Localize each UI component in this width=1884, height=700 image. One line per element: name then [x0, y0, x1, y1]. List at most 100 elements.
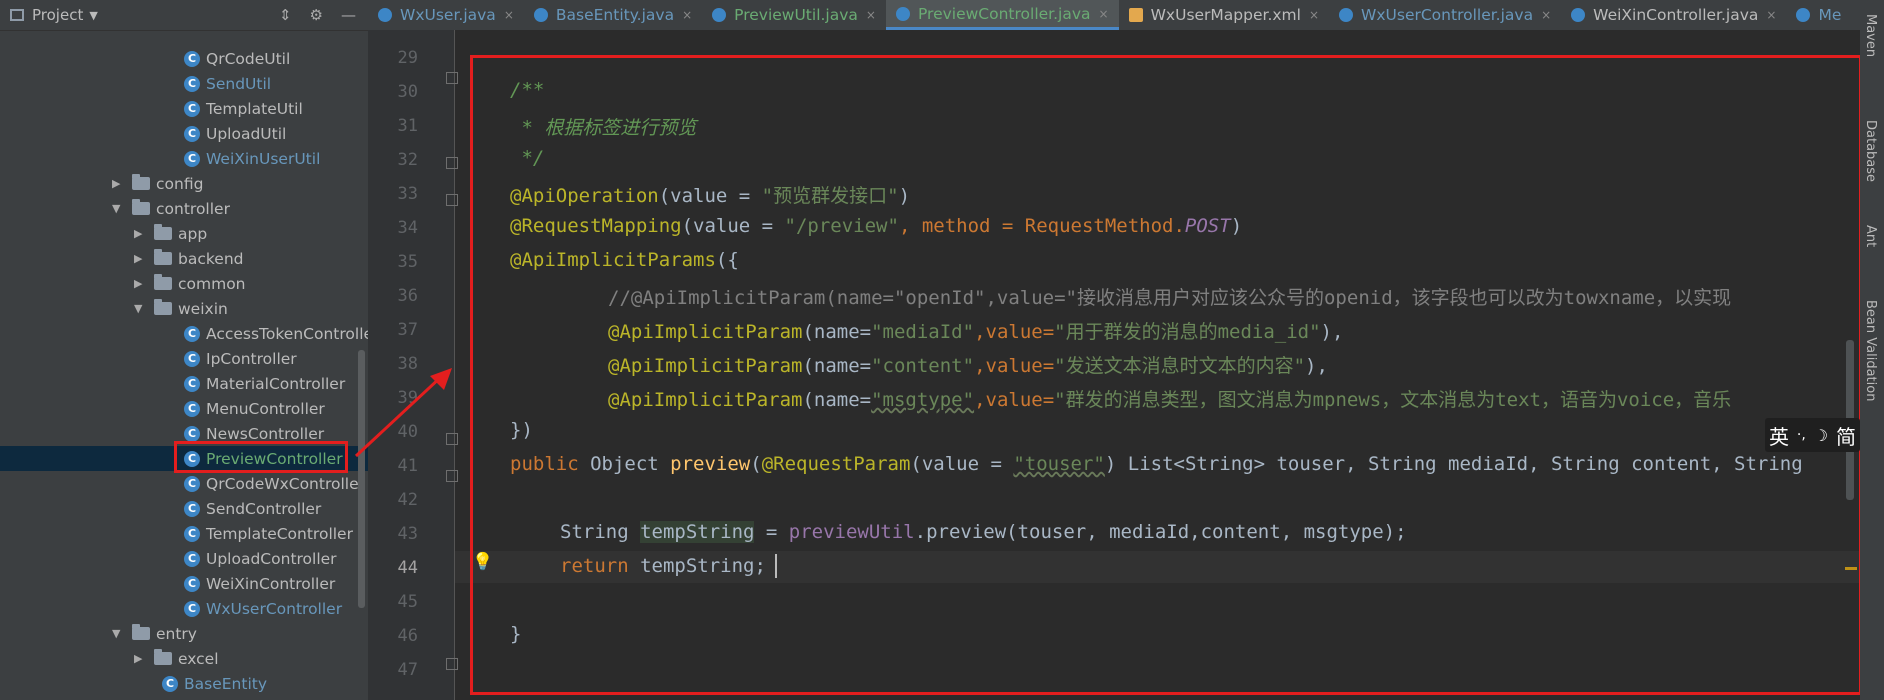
class-icon: [712, 8, 727, 22]
close-icon[interactable]: ×: [504, 8, 514, 22]
tree-item[interactable]: C IpController: [184, 346, 297, 371]
line-number: 46: [397, 626, 418, 646]
fold-icon[interactable]: [446, 72, 458, 84]
chevron-right-icon[interactable]: ▶: [134, 652, 148, 665]
close-icon[interactable]: ×: [1766, 8, 1776, 22]
tree-item[interactable]: ▶ common: [134, 271, 246, 296]
tab-wxusercontroller-java[interactable]: WxUserController.java ×: [1329, 0, 1561, 30]
tool-ant[interactable]: Ant: [1863, 225, 1878, 247]
close-icon[interactable]: ×: [866, 8, 876, 22]
tree-item-label: MenuController: [206, 399, 325, 418]
class-icon: C: [184, 150, 200, 167]
tree-item[interactable]: C UploadController: [184, 546, 337, 571]
tab-previewcontroller-java[interactable]: PreviewController.java ×: [885, 0, 1119, 30]
class-icon: C: [184, 500, 200, 517]
tree-item-label: UploadUtil: [206, 124, 287, 143]
chevron-right-icon[interactable]: ▶: [134, 277, 148, 290]
fold-icon[interactable]: [446, 658, 458, 670]
folder-icon: [132, 199, 150, 215]
fold-icon[interactable]: [446, 157, 458, 169]
tree-item[interactable]: C SendUtil: [184, 71, 271, 96]
close-icon[interactable]: ×: [1099, 7, 1109, 21]
tool-bean-validation[interactable]: Bean Validation: [1863, 300, 1878, 401]
line-number: 36: [397, 286, 418, 306]
moon-icon: ☽: [1813, 425, 1829, 445]
tree-item[interactable]: C BaseEntity: [162, 671, 267, 696]
project-panel: Project ▼ ⇕ ⚙ — C QrCodeUtil C SendUtil C Tem…: [0, 0, 373, 700]
minimize-icon[interactable]: —: [341, 6, 356, 24]
tree-item[interactable]: C UploadUtil: [184, 121, 286, 146]
tree-item[interactable]: ▶ app: [134, 221, 207, 246]
tab-me[interactable]: Me: [1786, 0, 1851, 30]
tree-item-label: TemplateController: [206, 524, 353, 543]
close-icon[interactable]: ×: [1541, 8, 1551, 22]
chevron-right-icon[interactable]: ▶: [112, 177, 126, 190]
collapse-all-icon[interactable]: ⇕: [279, 6, 292, 24]
tree-item[interactable]: C WxUserController: [184, 596, 342, 621]
class-icon: C: [184, 475, 200, 492]
folder-icon: [154, 649, 172, 665]
class-icon: C: [184, 575, 200, 592]
tree-item[interactable]: ▶ excel: [134, 646, 219, 671]
tool-database[interactable]: Database: [1863, 120, 1878, 182]
tree-item[interactable]: C TemplateUtil: [184, 96, 303, 121]
tab-weixincontroller-java[interactable]: WeiXinController.java ×: [1561, 0, 1786, 30]
line-number: 30: [397, 82, 418, 102]
class-icon: C: [162, 675, 178, 692]
tree-item[interactable]: ▼ weixin: [134, 296, 228, 321]
class-icon: C: [184, 400, 200, 417]
class-icon: C: [184, 550, 200, 567]
line-number: 37: [397, 320, 418, 340]
class-icon: [1571, 8, 1586, 22]
tab--3[interactable]: ≡3: [1851, 0, 1860, 30]
tree-item[interactable]: ▶ config: [112, 171, 203, 196]
tree-item[interactable]: C MaterialController: [184, 371, 345, 396]
fold-icon[interactable]: [446, 470, 458, 482]
tab-label: WxUserController.java: [1361, 6, 1534, 24]
tab-previewutil-java[interactable]: PreviewUtil.java ×: [702, 0, 886, 30]
tree-item[interactable]: C QrCodeUtil: [184, 46, 290, 71]
tab-wxuser-java[interactable]: WxUser.java ×: [368, 0, 524, 30]
tree-item[interactable]: ▼ controller: [112, 196, 230, 221]
tree-item-label: BaseEntity: [184, 674, 267, 693]
class-icon: [1339, 8, 1354, 22]
project-panel-header: Project ▼ ⇕ ⚙ —: [0, 0, 368, 31]
tree-item[interactable]: C QrCodeWxController: [184, 471, 365, 496]
tree-item[interactable]: C MenuController: [184, 396, 325, 421]
ime-punct: ·,: [1796, 427, 1806, 443]
annotation-arrow: [354, 368, 452, 458]
tab-label: Me: [1818, 6, 1842, 24]
tree-item[interactable]: C AccessTokenControlle: [184, 321, 373, 346]
tree-item-label: SendController: [206, 499, 322, 518]
tree-item[interactable]: C WeiXinUserUtil: [184, 146, 320, 171]
chevron-down-icon[interactable]: ▼: [112, 202, 126, 215]
close-icon[interactable]: ×: [1309, 8, 1319, 22]
tab-wxusermapper-xml[interactable]: WxUserMapper.xml ×: [1119, 0, 1329, 30]
class-icon: C: [184, 375, 200, 392]
tree-item-label: UploadController: [206, 549, 337, 568]
ime-indicator[interactable]: 英 ·, ☽ 简: [1765, 418, 1860, 452]
tree-item-label: weixin: [178, 299, 228, 318]
tree-item[interactable]: ▶ backend: [134, 246, 243, 271]
line-number: 44: [397, 558, 418, 578]
chevron-down-icon[interactable]: ▼: [112, 627, 126, 640]
tree-item-label: QrCodeUtil: [206, 49, 291, 68]
chevron-right-icon[interactable]: ▶: [134, 252, 148, 265]
tree-item-label: controller: [156, 199, 230, 218]
tree-item[interactable]: C SendController: [184, 496, 321, 521]
tool-maven[interactable]: Maven: [1863, 14, 1878, 57]
fold-icon[interactable]: [446, 194, 458, 206]
tree-item[interactable]: C TemplateController: [184, 521, 353, 546]
close-icon[interactable]: ×: [682, 8, 692, 22]
tree-item-label: excel: [178, 649, 219, 668]
project-title[interactable]: Project: [32, 6, 83, 24]
chevron-right-icon[interactable]: ▶: [134, 227, 148, 240]
line-number: 29: [397, 48, 418, 68]
tree-item[interactable]: C WeiXinController: [184, 571, 335, 596]
chevron-down-icon[interactable]: ▼: [89, 9, 97, 22]
class-icon: C: [184, 425, 200, 442]
tab-baseentity-java[interactable]: BaseEntity.java ×: [524, 0, 702, 30]
chevron-down-icon[interactable]: ▼: [134, 302, 148, 315]
gear-icon[interactable]: ⚙: [310, 6, 323, 24]
tree-item[interactable]: ▼ entry: [112, 621, 197, 646]
